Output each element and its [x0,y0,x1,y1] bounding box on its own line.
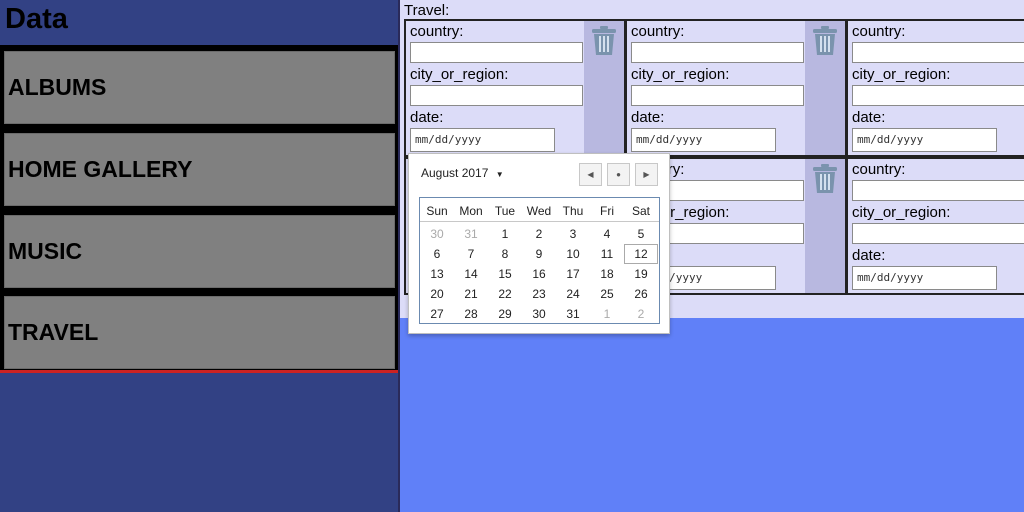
calendar-day[interactable]: 31 [556,304,590,324]
weekday-label: Sat [631,204,650,218]
city-input[interactable] [631,85,804,106]
date-placeholder: mm/dd/yyyy [415,133,482,146]
country-label: country: [852,161,906,178]
calendar-day[interactable]: 26 [624,284,658,304]
calendar-day[interactable]: 18 [590,264,624,284]
calendar-day[interactable]: 28 [454,304,488,324]
calendar-weekday-header: Sun Mon Tue Wed Thu Fri Sat [420,198,659,222]
country-input[interactable] [852,42,1024,63]
prev-month-icon[interactable]: ◀ [579,163,602,186]
date-placeholder: mm/dd/yyyy [857,271,924,284]
calendar-day[interactable]: 6 [420,244,454,264]
calendar-day[interactable]: 24 [556,284,590,304]
city-label: city_or_region: [852,204,951,221]
city-label: city_or_region: [410,66,509,83]
calendar-day[interactable]: 14 [454,264,488,284]
calendar-day[interactable]: 7 [454,244,488,264]
calendar-day[interactable]: 20 [420,284,454,304]
calendar-day[interactable]: 13 [420,264,454,284]
weekday-label: Tue [494,204,516,218]
card-actions [805,21,845,155]
weekday-label: Fri [600,204,614,218]
trash-icon[interactable] [812,26,838,56]
date-picker-popup: August 2017 ▼ ◀ ● ▶ Sun Mon Tue Wed Thu Fri Sa… [408,153,670,334]
travel-section-label: Travel: [404,2,450,19]
nav-music-button[interactable]: MUSIC [4,215,395,288]
calendar-day[interactable]: 31 [454,224,488,244]
calendar-day[interactable]: 22 [488,284,522,304]
calendar-day[interactable]: 23 [522,284,556,304]
date-input[interactable]: mm/dd/yyyy [852,266,997,290]
calendar-day[interactable]: 21 [454,284,488,304]
dropdown-arrow-icon: ▼ [495,170,504,179]
city-label: city_or_region: [852,66,951,83]
month-year-label: August 2017 [421,166,489,180]
calendar-day[interactable]: 25 [590,284,624,304]
date-placeholder: mm/dd/yyyy [636,133,703,146]
sidebar-title: Data [5,3,68,35]
nav-travel-button[interactable]: TRAVEL [4,296,395,369]
country-label: country: [852,23,906,40]
city-label: city_or_region: [631,66,730,83]
today-dot-icon[interactable]: ● [607,163,630,186]
trash-icon[interactable] [591,26,617,56]
country-label: country: [410,23,464,40]
country-label: country: [631,23,685,40]
sidebar: Data ALBUMS HOME GALLERY MUSIC TRAVEL [0,0,400,512]
city-input[interactable] [410,85,583,106]
travel-card: country: city_or_region: date: mm/dd/yyyy [846,157,1024,295]
date-input[interactable]: mm/dd/yyyy [631,128,776,152]
weekday-label: Mon [459,204,483,218]
date-label: date: [852,109,886,126]
date-input[interactable]: mm/dd/yyyy [852,128,997,152]
date-label: date: [631,109,665,126]
month-year-selector[interactable]: August 2017 ▼ [421,166,504,180]
weekday-label: Sun [426,204,448,218]
travel-card: country: city_or_region: date: mm/dd/yyyy [404,19,626,157]
trash-icon[interactable] [812,164,838,194]
calendar-day[interactable]: 11 [590,244,624,264]
calendar-day[interactable]: 1 [590,304,624,324]
calendar-day[interactable]: 2 [522,224,556,244]
card-actions [584,21,624,155]
calendar-day[interactable]: 10 [556,244,590,264]
weekday-label: Thu [562,204,584,218]
calendar-day[interactable]: 8 [488,244,522,264]
calendar-grid: Sun Mon Tue Wed Thu Fri Sat 30 31 1 2 3 4 5 6 7 8 9 10 11 1… [419,197,660,324]
date-label: date: [410,109,444,126]
date-label: date: [852,247,886,264]
country-input[interactable] [631,42,804,63]
travel-card: country: city_or_region: date: mm/dd/yyyy [846,19,1024,157]
travel-card: country: city_or_region: date: mm/dd/yyyy [625,19,847,157]
country-input[interactable] [410,42,583,63]
calendar-day[interactable]: 12 [624,244,658,264]
city-input[interactable] [852,223,1024,244]
calendar-day[interactable]: 30 [420,224,454,244]
calendar-day[interactable]: 27 [420,304,454,324]
calendar-day[interactable]: 15 [488,264,522,284]
calendar-day[interactable]: 9 [522,244,556,264]
calendar-day[interactable]: 2 [624,304,658,324]
card-actions [805,159,845,293]
calendar-day[interactable]: 16 [522,264,556,284]
calendar-day[interactable]: 29 [488,304,522,324]
date-input[interactable]: mm/dd/yyyy [410,128,555,152]
nav-home-gallery-button[interactable]: HOME GALLERY [4,133,395,206]
next-month-icon[interactable]: ▶ [635,163,658,186]
calendar-day[interactable]: 1 [488,224,522,244]
sidebar-nav: ALBUMS HOME GALLERY MUSIC TRAVEL [0,45,400,373]
weekday-label: Wed [526,204,552,218]
country-input[interactable] [852,180,1024,201]
calendar-day[interactable]: 19 [624,264,658,284]
date-placeholder: mm/dd/yyyy [857,133,924,146]
calendar-day[interactable]: 17 [556,264,590,284]
calendar-day[interactable]: 3 [556,224,590,244]
city-input[interactable] [852,85,1024,106]
calendar-day[interactable]: 5 [624,224,658,244]
calendar-day[interactable]: 30 [522,304,556,324]
nav-albums-button[interactable]: ALBUMS [4,51,395,124]
calendar-day[interactable]: 4 [590,224,624,244]
